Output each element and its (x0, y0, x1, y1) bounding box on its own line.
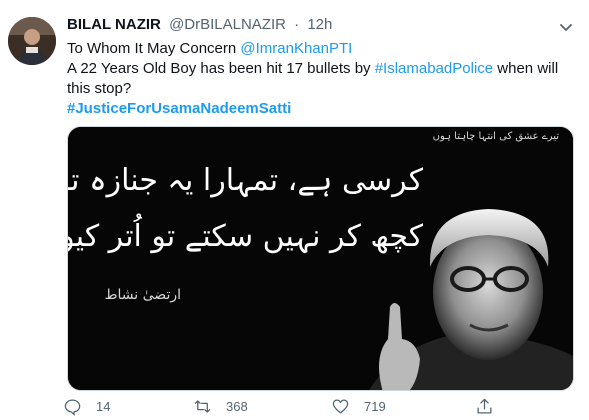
user-handle[interactable]: @DrBILALNAZIR (169, 16, 286, 33)
tweet-timestamp[interactable]: 12h (307, 16, 332, 33)
separator-dot: · (294, 16, 300, 33)
text-segment: A 22 Years Old Boy has been hit 17 bulle… (67, 60, 375, 77)
tweet-actions: 14 368 719 (63, 395, 543, 417)
tweet-card[interactable]: BILAL NAZIR @DrBILALNAZIR · 12h To Whom … (0, 0, 589, 420)
tweet-image[interactable]: تیرے عشق کی انتہا چاہتا ہوں کرسی ہے، تمہ… (67, 126, 574, 391)
chevron-down-icon[interactable] (557, 18, 575, 36)
reply-icon (64, 399, 81, 416)
reply-count: 14 (96, 398, 111, 414)
avatar[interactable] (8, 17, 56, 65)
tweet-text: To Whom It May Concern @ImranKhanPTI A 2… (67, 39, 572, 119)
share-button[interactable] (475, 395, 494, 417)
tweet-line-3: #JusticeForUsamaNadeemSatti (67, 99, 572, 119)
retweet-icon (194, 399, 211, 413)
urdu-verse-line-1: کرسی ہے، تمہارا یہ جنازہ تو نہیں ہے (68, 163, 423, 198)
like-button[interactable]: 719 (331, 395, 386, 417)
hashtag-link[interactable]: #IslamabadPolice (375, 60, 493, 77)
retweet-button[interactable]: 368 (193, 395, 248, 417)
display-name[interactable]: BILAL NAZIR (67, 16, 161, 33)
mention-link[interactable]: @ImranKhanPTI (240, 40, 352, 57)
hashtag-link[interactable]: #JusticeForUsamaNadeemSatti (67, 100, 291, 117)
corner-caption: تیرے عشق کی انتہا چاہتا ہوں (432, 131, 559, 142)
tweet-header: BILAL NAZIR @DrBILALNAZIR · 12h (67, 15, 332, 35)
retweet-count: 368 (226, 398, 248, 414)
reply-button[interactable]: 14 (63, 395, 110, 417)
tweet-line-1: To Whom It May Concern @ImranKhanPTI (67, 39, 572, 59)
tweet-line-2: A 22 Years Old Boy has been hit 17 bulle… (67, 59, 572, 99)
like-count: 719 (364, 398, 386, 414)
text-segment: To Whom It May Concern (67, 40, 241, 57)
poet-name: ارتضیٰ نشاط (104, 287, 181, 303)
heart-icon (332, 399, 349, 413)
share-icon (477, 398, 492, 413)
urdu-verse-line-2: کچھ کر نہیں سکتے تو اُتر کیوں نہیں جاتے (68, 219, 423, 254)
